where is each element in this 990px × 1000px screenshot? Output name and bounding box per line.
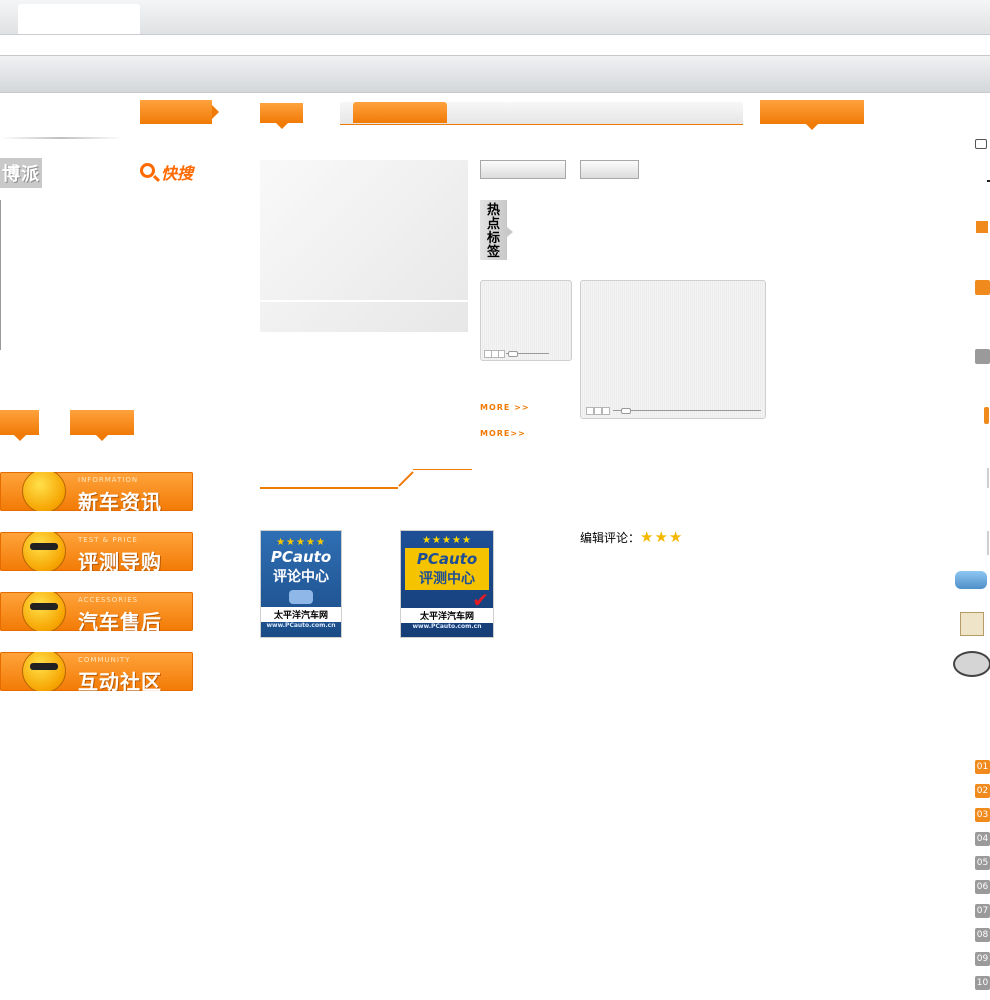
category-news-button[interactable]: INFORMATION 新车资讯 bbox=[0, 472, 193, 511]
badge-url: www.PCauto.com.cn bbox=[412, 623, 482, 630]
category-en-label: ACCESSORIES bbox=[78, 596, 139, 604]
pause-icon[interactable] bbox=[594, 407, 602, 415]
rank-badge[interactable]: 01 bbox=[975, 760, 990, 774]
video-player-large[interactable] bbox=[580, 280, 766, 419]
badge-brand: PCauto bbox=[270, 548, 332, 566]
rank-badge[interactable]: 02 bbox=[975, 784, 990, 798]
divider bbox=[0, 137, 122, 139]
badge-url: www.PCauto.com.cn bbox=[266, 622, 336, 629]
review-center-badge[interactable]: ★★★★★ PCauto 评论中心 太平洋汽车网 www.PCauto.com.… bbox=[260, 530, 342, 638]
rank-badge[interactable]: 03 bbox=[975, 808, 990, 822]
orange-tile-icon[interactable] bbox=[975, 280, 990, 295]
tab-active[interactable] bbox=[353, 102, 447, 123]
badge-site: 太平洋汽车网 bbox=[261, 607, 341, 622]
seek-bar[interactable] bbox=[613, 410, 761, 411]
badge-panel: PCauto 评测中心 bbox=[405, 548, 489, 590]
brand-logo[interactable]: 博派 bbox=[0, 158, 42, 188]
badge-title: 评论中心 bbox=[273, 569, 329, 585]
seek-knob[interactable] bbox=[621, 408, 631, 414]
rank-badge[interactable]: 09 bbox=[975, 952, 990, 966]
sunglasses-mascot-icon bbox=[22, 652, 66, 691]
category-aftersales-button[interactable]: ACCESSORIES 汽车售后 bbox=[0, 592, 193, 631]
video-player-small[interactable] bbox=[480, 280, 572, 361]
rating-stars: ★★★★★ bbox=[422, 535, 472, 546]
rank-badge[interactable]: 06 bbox=[975, 880, 990, 894]
star-icon: ★★★ bbox=[640, 528, 684, 546]
hot-tags-label: 热点标签 bbox=[480, 200, 513, 260]
featured-image[interactable] bbox=[260, 160, 468, 332]
megaphone-mascot-icon bbox=[22, 472, 66, 511]
section-header-left[interactable] bbox=[140, 100, 219, 124]
badge-brand: PCauto bbox=[416, 550, 478, 568]
car-mascot-icon bbox=[22, 532, 66, 571]
play-icon[interactable] bbox=[586, 407, 594, 415]
editor-rating: 编辑评论：★★★ bbox=[580, 528, 683, 546]
orange-square-icon[interactable] bbox=[976, 221, 988, 233]
sunglasses-icon bbox=[30, 603, 58, 610]
category-en-label: COMMUNITY bbox=[78, 656, 131, 664]
rating-stars: ★★★★★ bbox=[276, 537, 326, 548]
sunglasses-icon bbox=[30, 663, 58, 670]
search-icon bbox=[140, 163, 155, 178]
divider-vertical bbox=[0, 200, 1, 350]
category-en-label: INFORMATION bbox=[78, 476, 139, 484]
stop-icon[interactable] bbox=[602, 407, 610, 415]
section-header-right[interactable] bbox=[760, 100, 864, 130]
divider-vertical bbox=[987, 468, 989, 488]
quick-search-label: 快搜 bbox=[161, 164, 194, 183]
category-community-button[interactable]: COMMUNITY 互动社区 bbox=[0, 652, 193, 691]
search-button-b[interactable] bbox=[580, 160, 639, 179]
section-underline bbox=[398, 471, 414, 487]
section-underline bbox=[413, 469, 472, 470]
category-label: 汽车售后 bbox=[78, 610, 162, 631]
rank-badge[interactable]: 10 bbox=[975, 976, 990, 990]
rank-badge[interactable]: 04 bbox=[975, 832, 990, 846]
sunglasses-icon bbox=[30, 543, 58, 550]
top-bar bbox=[0, 0, 990, 35]
search-button-a[interactable] bbox=[480, 160, 566, 179]
rank-badge[interactable]: 05 bbox=[975, 856, 990, 870]
film-reel-icon[interactable] bbox=[953, 651, 990, 677]
test-center-badge[interactable]: ★★★★★ PCauto 评测中心 ✔ 太平洋汽车网 www.PCauto.co… bbox=[400, 530, 494, 638]
nav-bar bbox=[0, 55, 990, 93]
editor-rating-label: 编辑评论： bbox=[580, 531, 641, 545]
stop-icon[interactable] bbox=[498, 350, 505, 358]
chat-bubble-icon bbox=[289, 590, 313, 604]
category-en-label: TEST & PRICE bbox=[78, 536, 138, 544]
grey-tile-icon[interactable] bbox=[975, 349, 990, 364]
checkmark-icon: ✔ bbox=[472, 588, 489, 612]
more-link[interactable]: MORE >> bbox=[480, 403, 530, 412]
seek-knob[interactable] bbox=[508, 351, 518, 357]
section-underline bbox=[260, 487, 398, 489]
divider-vertical bbox=[987, 531, 989, 555]
bar-icon bbox=[984, 407, 989, 424]
category-label: 评测导购 bbox=[78, 550, 162, 571]
rank-badge[interactable]: 07 bbox=[975, 904, 990, 918]
category-label: 互动社区 bbox=[78, 670, 162, 691]
more-link[interactable]: MORE>> bbox=[480, 429, 526, 438]
photo-icon[interactable] bbox=[960, 612, 984, 636]
rank-badge[interactable]: 08 bbox=[975, 928, 990, 942]
car-icon[interactable] bbox=[955, 571, 987, 589]
category-label: 新车资讯 bbox=[78, 490, 162, 511]
hot-tags-text: 热点标签 bbox=[486, 203, 500, 260]
section-header-b[interactable] bbox=[70, 410, 134, 441]
quick-search-link[interactable]: 快搜 bbox=[140, 160, 193, 184]
video-camera-icon[interactable] bbox=[975, 139, 987, 149]
badge-title: 评测中心 bbox=[419, 571, 475, 587]
top-tab-active[interactable] bbox=[18, 4, 140, 34]
section-header-small[interactable] bbox=[260, 103, 303, 129]
wrench-mascot-icon bbox=[22, 592, 66, 631]
section-header-a[interactable] bbox=[0, 410, 39, 441]
category-review-button[interactable]: TEST & PRICE 评测导购 bbox=[0, 532, 193, 571]
